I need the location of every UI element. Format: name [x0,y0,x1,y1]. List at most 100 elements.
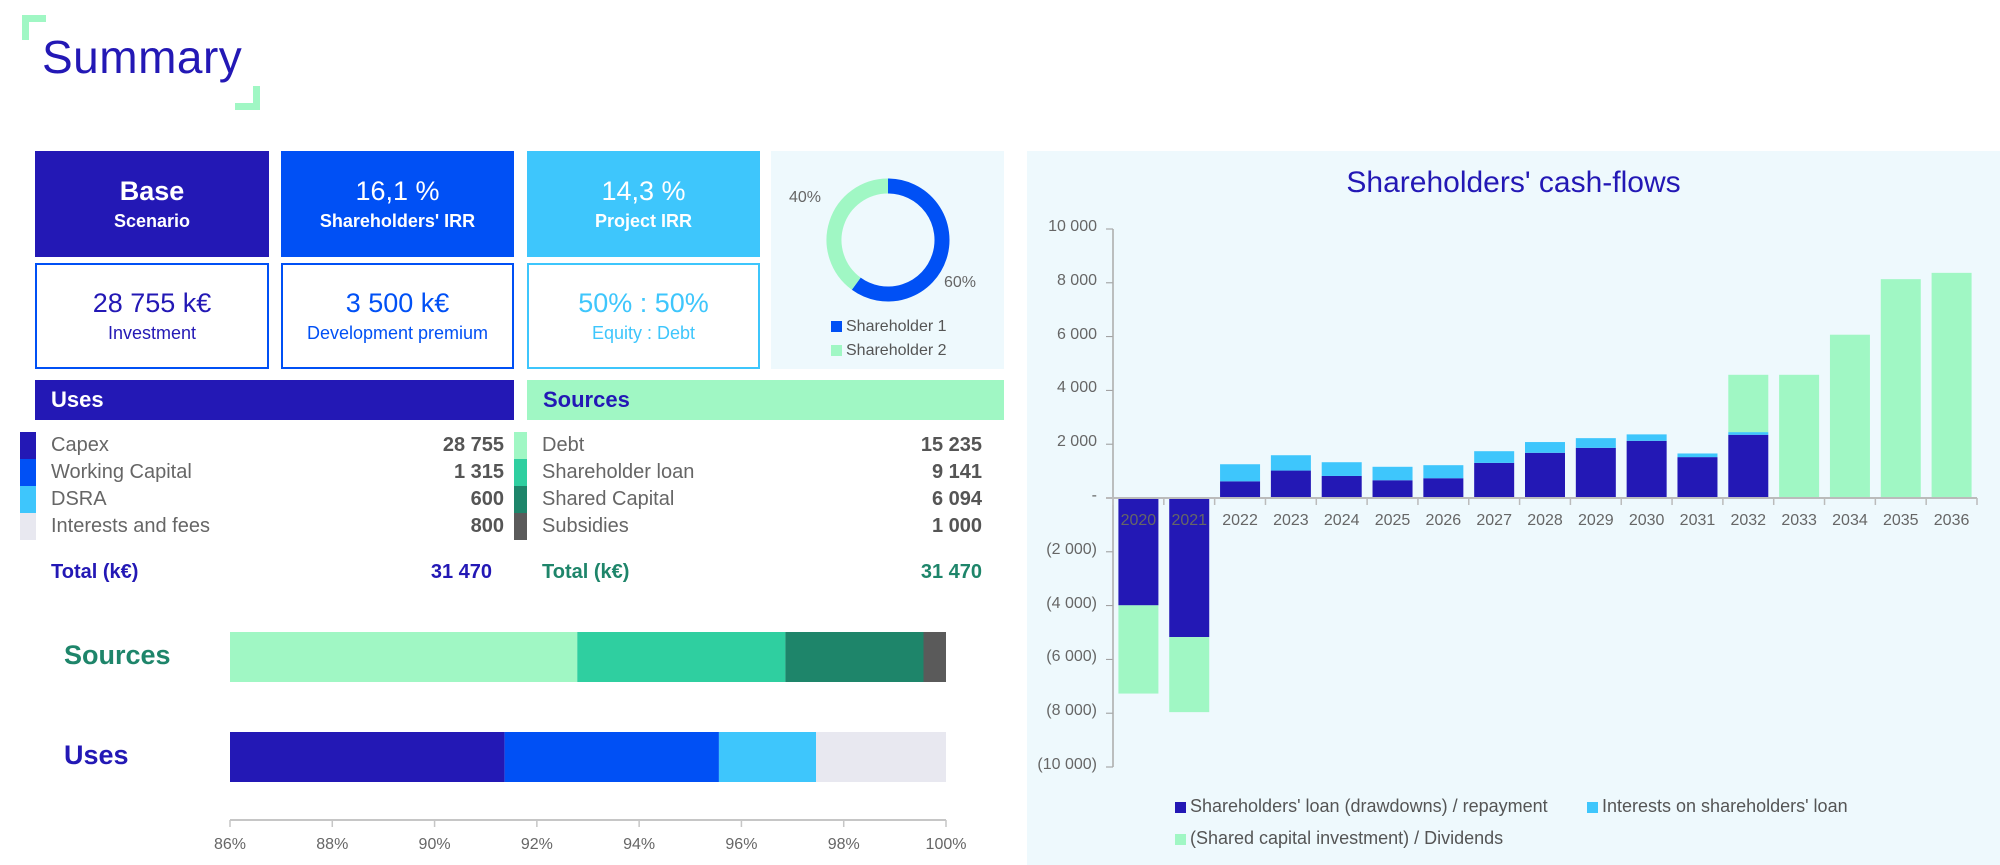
cf-bar-2021-series-3 [1169,637,1210,713]
cf-bar-2022-series-1 [1220,481,1261,498]
sources-row: Subsidies 1 000 [542,513,982,540]
project-irr-value: 14,3 % [601,176,686,206]
cf-bar-2035-series-3 [1880,279,1921,498]
uses-row: Working Capital 1 315 [51,459,504,486]
x-tick-label: 2034 [1832,512,1868,529]
hbar-segment-uses-3 [718,732,817,782]
x-tick-label: 2032 [1730,512,1767,529]
legend-label: Shareholders' loan (drawdowns) / repayme… [1190,796,1548,816]
row-label: Shared Capital [542,488,675,510]
sources-total-label: Total (k€) [542,561,630,583]
cf-bar-2028-series-2 [1525,442,1565,453]
x-tick-label: 2024 [1323,512,1360,529]
row-value: 600 [470,488,504,510]
y-tick-label: (6 000) [1046,648,1097,666]
cf-bar-2029-series-2 [1575,438,1616,448]
sources-swatch-shared-capital [514,486,527,513]
hbar-segment-sources-3 [785,632,924,682]
scenario-value: Base [119,176,185,206]
row-label: Debt [542,434,585,456]
row-value: 28 755 [442,434,504,456]
cashflow-legend-item: Interests on shareholders' loan [1587,796,1848,817]
legend-swatch-shareholder-2 [831,345,842,357]
legend-swatch-shareholder-1 [831,321,842,333]
hbar-label-uses: Uses [64,740,129,770]
cf-bar-2032-series-2 [1728,432,1769,435]
uses-swatch-dsra [20,486,36,513]
x-tick-label: 2022 [1222,512,1258,529]
cf-bar-2020-series-3 [1118,605,1159,694]
row-label: Interests and fees [51,515,210,537]
hbar-segment-uses-1 [230,732,505,782]
investment-card: 28 755 k€ Investment [35,263,269,369]
x-tick-label: 2035 [1882,512,1919,529]
row-value: 800 [470,515,504,537]
uses-total-value: 31 470 [430,561,492,583]
y-tick-label: 2 000 [1056,433,1097,451]
y-tick-label: 6 000 [1056,325,1097,343]
equity-debt-value: 50% : 50% [578,288,709,318]
legend-swatch-interests [1587,801,1598,813]
y-tick-label: (2 000) [1046,540,1097,558]
x-tick-label: 2025 [1374,512,1411,529]
row-value: 6 094 [931,488,982,510]
y-tick-label: 4 000 [1056,379,1097,397]
cf-bar-2026-series-1 [1423,478,1464,498]
hbar-tick-label: 98% [827,836,860,853]
hbar-tick-label: 92% [520,836,553,853]
cashflow-chart-panel: Shareholders' cash-flows 10 000 8 000 6 00… [1027,151,2000,865]
donut-label-shareholder-2: 40% [789,189,822,206]
development-premium-label: Development premium [306,323,489,343]
cashflow-chart [1106,228,1978,768]
y-tick-label: - [1091,487,1097,504]
cf-bar-2030-series-2 [1626,434,1667,441]
cf-bar-2024-series-1 [1321,475,1362,498]
x-tick-label: 2036 [1933,512,1970,529]
donut-legend-item: Shareholder 2 [831,342,947,360]
sources-row: Shareholder loan 9 141 [542,459,982,486]
donut-slice-1 [851,178,950,302]
legend-label: Interests on shareholders' loan [1602,796,1848,816]
x-tick-label: 2030 [1628,512,1665,529]
sources-row: Shared Capital 6 094 [542,486,982,513]
hbar-label-sources: Sources [64,640,171,670]
row-value: 9 141 [931,461,982,483]
row-label: Capex [51,434,109,456]
hbar-tick-label: 96% [725,836,758,853]
uses-swatch-interests [20,513,36,540]
uses-row: Capex 28 755 [51,432,504,459]
cf-bar-2036-series-3 [1931,272,1972,498]
cf-bar-2024-series-2 [1321,462,1362,476]
row-value: 15 235 [920,434,982,456]
x-tick-label: 2029 [1578,512,1614,529]
legend-swatch-shareholder-loan [1175,801,1186,813]
cf-bar-2031-series-2 [1677,453,1718,458]
equity-debt-label: Equity : Debt [591,323,696,343]
shareholding-donut-panel: 40% 60% Shareholder 1 Shareholder 2 [771,151,1004,369]
cf-bar-2027-series-1 [1474,462,1515,498]
row-label: Working Capital [51,461,192,483]
cf-bar-2026-series-2 [1423,465,1464,479]
hbar-tick-label: 100% [925,836,967,853]
hbar-tick-label: 88% [316,836,349,853]
shareholding-donut-chart [826,178,950,302]
x-tick-label: 2033 [1781,512,1817,529]
y-tick-label: 8 000 [1056,271,1097,289]
x-tick-label: 2023 [1273,512,1309,529]
cf-bar-2022-series-2 [1220,464,1261,482]
donut-label-shareholder-1: 60% [944,274,977,291]
cf-bar-2032-series-1 [1728,434,1769,498]
development-premium-card: 3 500 k€ Development premium [281,263,514,369]
hbar-tick-label: 94% [623,836,656,853]
cf-bar-2034-series-3 [1829,334,1870,498]
sources-total-value: 31 470 [920,561,982,583]
hbar-tick-label: 86% [213,836,247,853]
investment-value: 28 755 k€ [92,288,212,318]
cf-bar-2027-series-2 [1474,451,1515,463]
legend-label: Shareholder 1 [846,318,947,335]
uses-header: Uses [35,380,514,420]
donut-legend-item: Shareholder 1 [831,318,947,336]
cf-bar-2032-series-3 [1728,374,1769,433]
sources-swatch-debt [514,432,527,459]
donut-slice-2 [826,178,889,290]
